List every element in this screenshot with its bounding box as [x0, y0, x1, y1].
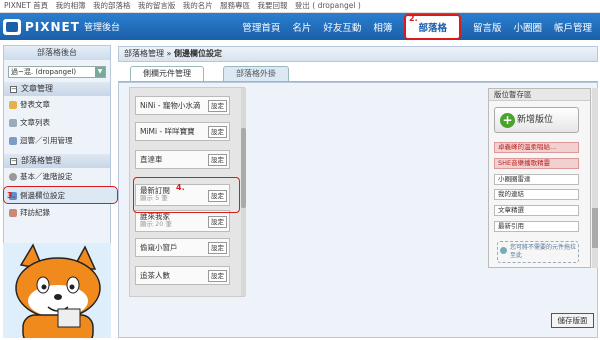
sidebar-item-post-list[interactable]: 文章列表 — [4, 114, 110, 132]
pixnet-logo-icon — [3, 18, 21, 35]
scrollbar-thumb[interactable] — [241, 128, 246, 208]
breadcrumb-separator: » — [166, 49, 172, 58]
scrollbar-thumb[interactable] — [592, 208, 598, 248]
breadcrumb: 部落格管理 » 側邊欄位設定 — [118, 46, 598, 62]
sidebar-item-label: 拜訪紀錄 — [20, 208, 50, 217]
gear-icon — [9, 173, 17, 181]
main-header: PIXNET 管理後台 管理首頁 名片 好友互動 相簿 部落格 留言版 小圈圈 … — [0, 13, 600, 40]
stored-widget[interactable]: 文章精選 — [494, 205, 579, 216]
sidebar-item-label: 文章列表 — [20, 118, 50, 127]
tab-blog-plugins[interactable]: 部落格外掛 — [223, 66, 289, 81]
sidebar-title: 部落格後台 — [4, 46, 110, 60]
topbar-link-report[interactable]: 我要回報 — [258, 1, 288, 10]
add-widget-button[interactable]: + 新增版位 — [494, 107, 579, 133]
topbar-link-home[interactable]: PIXNET 首頁 — [4, 1, 48, 10]
nav-circle[interactable]: 小圈圈 — [513, 20, 542, 34]
comment-icon — [9, 137, 17, 145]
widget-settings-button[interactable]: 設定 — [208, 100, 227, 112]
topbar-link-guestbook[interactable]: 我的留言版 — [138, 1, 176, 10]
topbar-link-blog[interactable]: 我的部落格 — [93, 1, 131, 10]
widget-item[interactable]: 追茶人數 設定 — [135, 266, 230, 285]
tab-bar: 側欄元件管理 部落格外掛 — [118, 62, 598, 82]
widget-item[interactable]: NiNi - 寵物小水滴 設定 — [135, 96, 230, 115]
stored-widget[interactable]: SHE音樂播歌精靈 — [494, 158, 579, 169]
blog-select-value: 過~混. (dropangel) — [11, 68, 77, 76]
collapse-icon[interactable]: − — [10, 158, 17, 165]
widget-name: 直達車 — [140, 155, 163, 164]
stored-widget[interactable]: 最新引用 — [494, 221, 579, 232]
panel-title: 版位暫存區 — [489, 89, 590, 101]
stored-widget[interactable]: 小圈圈雷達 — [494, 174, 579, 185]
topbar-link-logout[interactable]: 登出 ( dropangel ) — [295, 1, 361, 10]
tab-sidebar-widgets[interactable]: 側欄元件管理 — [130, 66, 204, 81]
widget-name: NiNi - 寵物小水滴 — [140, 101, 201, 110]
column-scrollbar[interactable] — [241, 88, 246, 296]
widget-settings-button[interactable]: 設定 — [208, 242, 227, 254]
section-article-management[interactable]: − 文章管理 — [4, 82, 110, 96]
fox-mascot-image — [3, 243, 111, 338]
widget-item[interactable]: 直達車 設定 — [135, 150, 230, 169]
sidebar-item-label: 發表文章 — [20, 100, 50, 109]
section-blog-management[interactable]: − 部落格管理 — [4, 154, 110, 168]
drop-zone-text: 您可將不需要的元件拖拉至此 — [510, 244, 577, 259]
widget-settings-button[interactable]: 設定 — [208, 154, 227, 166]
sidebar-item-new-post[interactable]: 發表文章 — [4, 96, 110, 114]
widget-name: 偷窺小窗戶 — [140, 243, 178, 252]
sidebar-item-label: 迴響／引用管理 — [20, 136, 73, 145]
widget-name: MiMi - 咩咩寶寶 — [140, 127, 195, 136]
arrow-icon — [500, 247, 507, 254]
nav-friends[interactable]: 好友互動 — [323, 20, 361, 34]
stored-widget[interactable]: 卓義峰的溫柔唱給... — [494, 142, 579, 153]
pixnet-logo[interactable]: PIXNET 管理後台 — [3, 17, 120, 36]
logo-text: PIXNET — [25, 19, 80, 34]
drop-zone-hint: 您可將不需要的元件拖拉至此 — [497, 241, 579, 263]
sidebar-item-label: 基本／進階設定 — [20, 172, 73, 181]
annotation-step-3: 3. — [7, 191, 16, 200]
top-utility-bar: PIXNET 首頁 我的相簿 我的部落格 我的留言版 我的名片 服務專區 我要回… — [0, 0, 600, 13]
sidebar-column: NiNi - 寵物小水滴 設定 MiMi - 咩咩寶寶 設定 直達車 設定 最新… — [129, 87, 246, 297]
sidebar-item-basic-settings[interactable]: 基本／進階設定 — [4, 168, 110, 186]
breadcrumb-current: 側邊欄位設定 — [174, 49, 222, 58]
add-widget-label: 新增版位 — [517, 115, 554, 125]
fox-mascot-icon — [3, 243, 111, 338]
widget-item[interactable]: 誰來我家 顯示 20 筆 設定 — [135, 210, 230, 232]
blog-select[interactable]: 過~混. (dropangel) ▼ — [8, 66, 106, 78]
widget-count: 顯示 20 筆 — [140, 220, 172, 228]
chevron-down-icon[interactable]: ▼ — [95, 67, 105, 77]
nav-card[interactable]: 名片 — [292, 20, 311, 34]
sidebar-item-label: 側邊欄位設定 — [20, 191, 65, 200]
widget-settings-button[interactable]: 設定 — [208, 270, 227, 282]
pencil-icon — [9, 101, 17, 109]
widget-settings-button[interactable]: 設定 — [208, 126, 227, 138]
stored-widget[interactable]: 我的連結 — [494, 189, 579, 200]
page-scrollbar[interactable] — [592, 88, 598, 268]
nav-admin-home[interactable]: 管理首頁 — [242, 20, 280, 34]
nav-account[interactable]: 帳戶管理 — [554, 20, 592, 34]
nav-guestbook[interactable]: 留言版 — [473, 20, 502, 34]
section-label: 部落格管理 — [21, 156, 61, 165]
footprint-icon — [9, 209, 17, 217]
sidebar-item-sidebar-settings[interactable]: 側邊欄位設定 — [3, 186, 118, 204]
logo-subtitle: 管理後台 — [83, 23, 120, 33]
plus-icon: + — [500, 113, 515, 128]
collapse-icon[interactable]: − — [10, 86, 17, 93]
annotation-step-4: 4. — [176, 183, 185, 192]
widget-settings-button[interactable]: 設定 — [208, 216, 227, 228]
widget-item[interactable]: MiMi - 咩咩寶寶 設定 — [135, 122, 230, 141]
topbar-link-card[interactable]: 我的名片 — [183, 1, 213, 10]
sidebar-item-comments[interactable]: 迴響／引用管理 — [4, 132, 110, 150]
widget-storage-panel: 版位暫存區 + 新增版位 卓義峰的溫柔唱給... SHE音樂播歌精靈 小圈圈雷達… — [488, 88, 591, 268]
annotation-step-2: 2. — [409, 14, 418, 23]
highlight-box — [133, 177, 240, 213]
section-label: 文章管理 — [21, 84, 53, 93]
sidebar-item-visit-log[interactable]: 拜訪紀錄 — [4, 204, 110, 222]
save-layout-button[interactable]: 儲存版面 — [551, 313, 594, 328]
document-icon — [9, 119, 17, 127]
topbar-link-service[interactable]: 服務專區 — [220, 1, 250, 10]
nav-album[interactable]: 相簿 — [373, 20, 392, 34]
widget-item[interactable]: 偷窺小窗戶 設定 — [135, 238, 230, 257]
breadcrumb-root[interactable]: 部落格管理 — [124, 49, 164, 58]
widget-name: 追茶人數 — [140, 271, 170, 280]
topbar-link-album[interactable]: 我的相簿 — [56, 1, 86, 10]
